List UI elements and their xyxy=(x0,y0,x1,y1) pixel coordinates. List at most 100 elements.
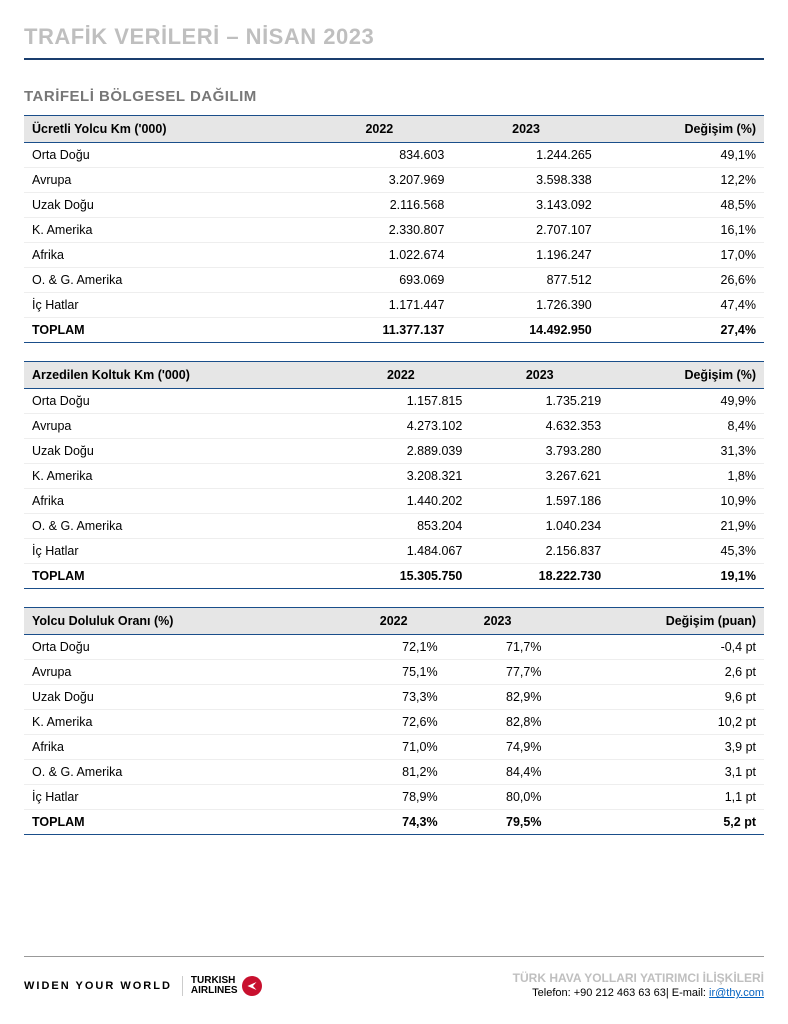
table-cell: 78,9% xyxy=(342,785,446,810)
table-cell: 75,1% xyxy=(342,660,446,685)
table-cell: İç Hatlar xyxy=(24,293,306,318)
airline-name: TURKISHAIRLINES xyxy=(191,976,238,996)
table-row: Uzak Doğu2.889.0393.793.28031,3% xyxy=(24,439,764,464)
table-cell: Uzak Doğu xyxy=(24,685,342,710)
table-cell: 10,2 pt xyxy=(549,710,764,735)
table-cell: 10,9% xyxy=(609,489,764,514)
table-cell: 2.707.107 xyxy=(452,218,599,243)
table-total-cell: 79,5% xyxy=(446,810,550,835)
table-cell: 77,7% xyxy=(446,660,550,685)
table-row: İç Hatlar1.484.0672.156.83745,3% xyxy=(24,539,764,564)
airline-brand: TURKISHAIRLINES xyxy=(182,976,262,996)
table-cell: 1.022.674 xyxy=(306,243,452,268)
table-cell: O. & G. Amerika xyxy=(24,760,342,785)
table-header-cell: Değişim (puan) xyxy=(549,608,764,635)
table-row: Uzak Doğu2.116.5683.143.09248,5% xyxy=(24,193,764,218)
table-cell: İç Hatlar xyxy=(24,785,342,810)
table-cell: Orta Doğu xyxy=(24,389,331,414)
table-cell: 82,9% xyxy=(446,685,550,710)
table-cell: 31,3% xyxy=(609,439,764,464)
table-cell: O. & G. Amerika xyxy=(24,514,331,539)
table-cell: Orta Doğu xyxy=(24,635,342,660)
table-cell: 12,2% xyxy=(600,168,764,193)
table-cell: 16,1% xyxy=(600,218,764,243)
table-total-row: TOPLAM15.305.75018.222.73019,1% xyxy=(24,564,764,589)
table-cell: 48,5% xyxy=(600,193,764,218)
table-cell: 1.440.202 xyxy=(331,489,470,514)
table-row: O. & G. Amerika81,2%84,4%3,1 pt xyxy=(24,760,764,785)
table-cell: 21,9% xyxy=(609,514,764,539)
table-row: Orta Doğu834.6031.244.26549,1% xyxy=(24,143,764,168)
table-header-cell: 2022 xyxy=(342,608,446,635)
table-cell: Afrika xyxy=(24,735,342,760)
table-cell: 693.069 xyxy=(306,268,452,293)
table-cell: Uzak Doğu xyxy=(24,439,331,464)
page-title: TRAFİK VERİLERİ – NİSAN 2023 xyxy=(24,24,764,50)
table-cell: Afrika xyxy=(24,489,331,514)
table-cell: 84,4% xyxy=(446,760,550,785)
table-total-cell: TOPLAM xyxy=(24,810,342,835)
table-cell: Orta Doğu xyxy=(24,143,306,168)
table-row: O. & G. Amerika853.2041.040.23421,9% xyxy=(24,514,764,539)
table-row: O. & G. Amerika693.069877.51226,6% xyxy=(24,268,764,293)
table-cell: 4.273.102 xyxy=(331,414,470,439)
table-cell: 26,6% xyxy=(600,268,764,293)
table-cell: 80,0% xyxy=(446,785,550,810)
table-total-row: TOPLAM74,3%79,5%5,2 pt xyxy=(24,810,764,835)
table-header-cell: 2022 xyxy=(306,116,452,143)
table-cell: 3.598.338 xyxy=(452,168,599,193)
table-cell: 3.267.621 xyxy=(470,464,609,489)
table-cell: 49,1% xyxy=(600,143,764,168)
table-cell: 82,8% xyxy=(446,710,550,735)
table-cell: K. Amerika xyxy=(24,464,331,489)
table-cell: 3,9 pt xyxy=(549,735,764,760)
table-cell: K. Amerika xyxy=(24,710,342,735)
table-row: Avrupa75,1%77,7%2,6 pt xyxy=(24,660,764,685)
table-header-cell: 2022 xyxy=(331,362,470,389)
table-cell: 3.208.321 xyxy=(331,464,470,489)
table-total-cell: TOPLAM xyxy=(24,318,306,343)
table-cell: 877.512 xyxy=(452,268,599,293)
table-cell: 1.244.265 xyxy=(452,143,599,168)
department-name: TÜRK HAVA YOLLARI YATIRIMCI İLİŞKİLERİ xyxy=(513,970,764,986)
table-cell: Uzak Doğu xyxy=(24,193,306,218)
table-row: Avrupa4.273.1024.632.3538,4% xyxy=(24,414,764,439)
table-total-cell: 18.222.730 xyxy=(470,564,609,589)
title-divider xyxy=(24,58,764,60)
table-row: K. Amerika2.330.8072.707.10716,1% xyxy=(24,218,764,243)
tables-container: Ücretli Yolcu Km ('000)20222023Değişim (… xyxy=(24,115,764,835)
table-cell: 1,1 pt xyxy=(549,785,764,810)
table-header-cell: Yolcu Doluluk Oranı (%) xyxy=(24,608,342,635)
table-cell: 1.040.234 xyxy=(470,514,609,539)
data-table: Ücretli Yolcu Km ('000)20222023Değişim (… xyxy=(24,115,764,343)
table-cell: 1.171.447 xyxy=(306,293,452,318)
table-header-cell: 2023 xyxy=(470,362,609,389)
table-cell: 45,3% xyxy=(609,539,764,564)
table-cell: 17,0% xyxy=(600,243,764,268)
table-cell: 1.484.067 xyxy=(331,539,470,564)
table-cell: 1.597.186 xyxy=(470,489,609,514)
table-total-cell: 27,4% xyxy=(600,318,764,343)
table-cell: 2.330.807 xyxy=(306,218,452,243)
table-cell: 3.143.092 xyxy=(452,193,599,218)
table-cell: 1.735.219 xyxy=(470,389,609,414)
table-row: K. Amerika3.208.3213.267.6211,8% xyxy=(24,464,764,489)
table-cell: 71,7% xyxy=(446,635,550,660)
table-cell: 49,9% xyxy=(609,389,764,414)
table-header-cell: Ücretli Yolcu Km ('000) xyxy=(24,116,306,143)
table-row: Afrika71,0%74,9%3,9 pt xyxy=(24,735,764,760)
table-cell: 9,6 pt xyxy=(549,685,764,710)
table-cell: 74,9% xyxy=(446,735,550,760)
table-cell: 1.157.815 xyxy=(331,389,470,414)
table-cell: 72,6% xyxy=(342,710,446,735)
table-total-cell: 11.377.137 xyxy=(306,318,452,343)
airline-logo-icon xyxy=(242,976,262,996)
email-link[interactable]: ir@thy.com xyxy=(709,987,764,999)
table-row: İç Hatlar78,9%80,0%1,1 pt xyxy=(24,785,764,810)
section-title: TARİFELİ BÖLGESEL DAĞILIM xyxy=(24,88,764,105)
table-cell: 2.889.039 xyxy=(331,439,470,464)
table-row: Orta Doğu1.157.8151.735.21949,9% xyxy=(24,389,764,414)
table-total-cell: 5,2 pt xyxy=(549,810,764,835)
table-cell: -0,4 pt xyxy=(549,635,764,660)
table-header-cell: Arzedilen Koltuk Km ('000) xyxy=(24,362,331,389)
